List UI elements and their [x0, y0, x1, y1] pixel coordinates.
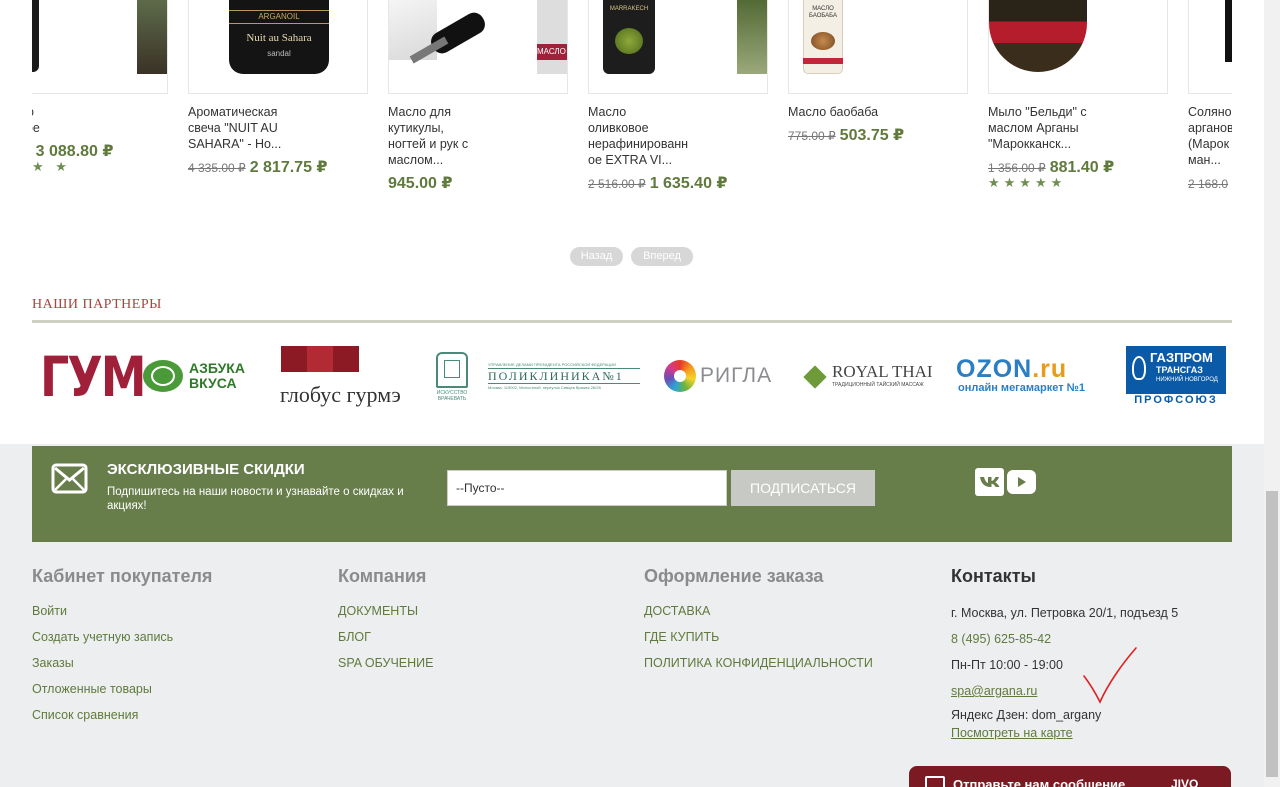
product-name-line: свеча "NUIT AU [188, 121, 278, 135]
rating-stars: ★★★★★ [988, 175, 1067, 190]
product-image[interactable]: МАСЛО Д [388, 0, 568, 94]
product-image[interactable]: ARGANOIL Nuit au Sahara sandal [188, 0, 368, 94]
chat-label: Отправьте нам сообщение [953, 777, 1126, 787]
product-image[interactable] [1188, 0, 1232, 94]
product-name-line: Мыло "Бельди" с [988, 105, 1087, 119]
partner-logo-globus-gourmet[interactable]: глобус гурмэ [280, 346, 420, 408]
youtube-icon[interactable] [1007, 470, 1036, 494]
product-name-line: "Марокканск... [988, 137, 1072, 151]
product-name-line: (Марок [1188, 137, 1230, 151]
old-price: 4 335.00 ₽ [188, 161, 246, 175]
product-name-line: Масло баобаба [788, 105, 879, 119]
image-label: Nuit au Sahara [246, 32, 312, 44]
partner-logo-gazprom[interactable]: ГАЗПРОМ ТРАНСГАЗ НИЖНИЙ НОВГОРОД ПРОФСОЮ… [1126, 346, 1226, 408]
product-name-line: маслом Арганы [988, 121, 1079, 135]
chat-brand: JIVO [1171, 777, 1199, 787]
product-name-line: Соляно [1188, 105, 1232, 119]
footer-link-wishlist[interactable]: Отложенные товары [32, 682, 152, 696]
product-name-line: Масло [588, 105, 627, 119]
old-price: 775.00 ₽ [788, 129, 836, 143]
image-label: MARRAKECH [609, 6, 649, 12]
vk-icon[interactable] [975, 468, 1004, 496]
rating-stars: ★ ★ [32, 159, 71, 174]
product-name-line: лищевое [32, 121, 40, 135]
footer-link-register[interactable]: Создать учетную запись [32, 630, 173, 644]
subscribe-title: ЭКСКЛЮЗИВНЫЕ СКИДКИ [107, 461, 305, 478]
product-name-line: кутикулы, [388, 121, 444, 135]
contact-yandex-zen: Яндекс Дзен: dom_argany [951, 708, 1102, 722]
product-name-line: ногтей и рук с [388, 137, 469, 151]
product-name-line: нерного [32, 104, 116, 120]
footer-link-documents[interactable]: ДОКУМЕНТЫ [338, 604, 418, 618]
chat-widget[interactable]: Отправьте нам сообщение JIVO [909, 766, 1231, 787]
partner-logo-royal-thai[interactable]: ROYAL THAI ТРАДИЦИОННЫЙ ТАЙСКИЙ МАССАЖ [803, 360, 933, 392]
product-name-line: ое EXTRA VI... [588, 153, 673, 167]
divider [32, 320, 1232, 323]
product-image[interactable]: MARRAKECH [588, 0, 768, 94]
carousel-next-button[interactable]: Вперед [631, 247, 693, 266]
product-carousel: нерного лищевое 0 ₽3 088.80 ₽ ★ ★ ARGANO… [32, 0, 1232, 200]
product-name-line: Ароматическая [188, 105, 278, 119]
footer-company-title: Компания [338, 566, 427, 586]
footer-link-blog[interactable]: БЛОГ [338, 630, 371, 644]
footer-cabinet-title: Кабинет покупателя [32, 566, 213, 586]
product-image[interactable]: МАСЛО БАОБАБА [788, 0, 968, 94]
checkmark-annotation [1080, 644, 1140, 706]
partner-logo-poliklinika[interactable]: ИСКУССТВО ВРАЧЕВАТЬ УПРАВЛЕНИЕ ДЕЛАМИ ПР… [432, 350, 642, 404]
new-price: 1 635.40 ₽ [649, 175, 728, 192]
new-price: 2 817.75 ₽ [249, 159, 328, 176]
old-price: 2 516.00 ₽ [588, 177, 646, 191]
partner-logo-ozon[interactable]: OZON.ru онлайн мегамаркет №1 [956, 356, 1104, 396]
new-price: 3 088.80 ₽ [35, 143, 114, 160]
scrollbar-thumb[interactable] [1266, 491, 1278, 777]
product-name-line: Масло для [388, 105, 451, 119]
contact-map-link[interactable]: Посмотреть на карте [951, 726, 1073, 740]
product-name-line: нерафинированн [588, 137, 689, 151]
old-price: 1 356.00 ₽ [988, 161, 1046, 175]
partners-title: НАШИ ПАРТНЕРЫ [32, 297, 162, 312]
subscribe-text: Подпишитесь на наши новости и узнавайте … [107, 486, 404, 512]
new-price: 945.00 ₽ [388, 175, 453, 192]
image-label: МАСЛО Д [537, 44, 567, 60]
product-image[interactable] [32, 0, 168, 94]
subscribe-email-input[interactable] [447, 470, 727, 506]
footer-link-compare[interactable]: Список сравнения [32, 708, 138, 722]
new-price: 881.40 ₽ [1049, 159, 1115, 176]
footer-link-delivery[interactable]: ДОСТАВКА [644, 604, 710, 618]
footer-link-privacy-policy[interactable]: ПОЛИТИКА КОНФИДЕНЦИАЛЬНОСТИ [644, 656, 873, 670]
contact-email[interactable]: spa@argana.ru [951, 684, 1037, 698]
envelope-icon [51, 463, 88, 494]
footer-link-orders[interactable]: Заказы [32, 656, 74, 670]
subscribe-button[interactable]: ПОДПИСАТЬСЯ [731, 470, 875, 506]
contact-phone[interactable]: 8 (495) 625-85-42 [951, 632, 1051, 646]
product-name-line: оливковое [588, 121, 649, 135]
old-price: 2 168.0 [1188, 177, 1229, 191]
image-brand: ARGANOIL [258, 12, 300, 21]
footer-contacts-title: Контакты [951, 566, 1036, 586]
footer-link-spa-training[interactable]: SPA ОБУЧЕНИЕ [338, 656, 433, 670]
footer-order-title: Оформление заказа [644, 566, 824, 586]
partner-logo-rigla[interactable]: РИГЛА [664, 358, 778, 394]
new-price: 503.75 ₽ [839, 127, 905, 144]
contact-hours: Пн-Пт 10:00 - 19:00 [951, 658, 1063, 672]
footer-link-where-to-buy[interactable]: ГДЕ КУПИТЬ [644, 630, 719, 644]
carousel-prev-button[interactable]: Назад [570, 247, 623, 266]
chat-icon [925, 776, 945, 787]
image-sublabel: sandal [267, 49, 291, 58]
product-name-line: ман... [1188, 153, 1221, 167]
image-label: МАСЛО БАОБАБА [809, 6, 837, 19]
product-name-line: арганов [1188, 121, 1232, 135]
partner-logo-gum[interactable]: ГУМ [40, 345, 147, 410]
footer-link-login[interactable]: Войти [32, 604, 67, 618]
product-name-line: SAHARA" - Но... [188, 137, 282, 151]
contact-address: г. Москва, ул. Петровка 20/1, подъезд 5 [951, 606, 1179, 620]
product-image[interactable] [988, 0, 1168, 94]
product-name-line: маслом... [388, 153, 444, 167]
partner-logo-azbuka-vkusa[interactable]: АЗБУКА ВКУСА [143, 358, 253, 396]
